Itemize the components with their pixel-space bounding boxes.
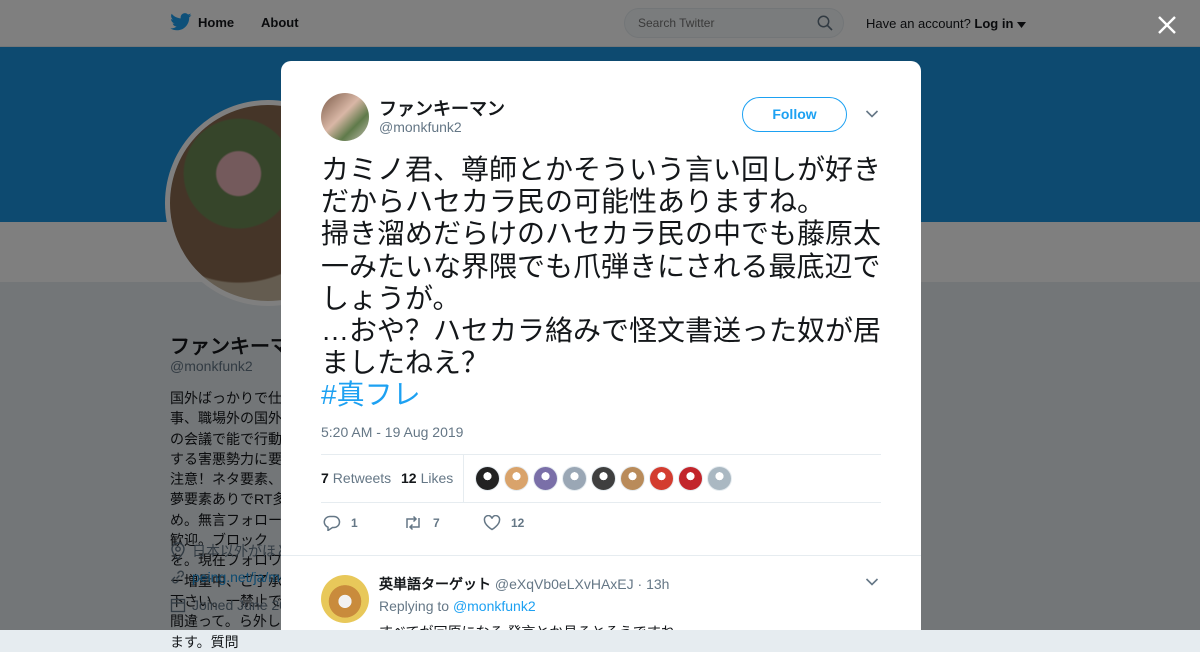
tweet-stats: 7 Retweets 12 Likes (321, 454, 881, 503)
tweet-author-avatar[interactable] (321, 93, 369, 141)
reply-dot: · (637, 576, 643, 592)
liker-avatar[interactable] (678, 466, 703, 491)
liker-avatar[interactable] (707, 466, 732, 491)
retweets-stat[interactable]: 7 Retweets (321, 470, 391, 486)
tweet-timestamp[interactable]: 5:20 AM - 19 Aug 2019 (321, 424, 463, 440)
replying-to-label: Replying to (379, 598, 450, 614)
likes-stat[interactable]: 12 Likes (401, 470, 453, 486)
like-action[interactable]: 12 (483, 515, 524, 531)
reply-count: 1 (351, 516, 358, 530)
reply-header: 英単語ターゲット @eXqVb0eLXvHAxEJ · 13h (379, 574, 669, 594)
retweets-count: 7 (321, 470, 329, 486)
liker-avatar[interactable] (649, 466, 674, 491)
close-icon[interactable] (1156, 14, 1178, 36)
tweet-actions: 1 7 12 (321, 513, 881, 533)
tweet-modal: ファンキーマン @monkfunk2 Follow カミノ君、尊師とかそういう言… (281, 61, 921, 630)
reply-text: すべてが冗原になる 発言とか見るとそうですね (379, 622, 675, 630)
likes-label: Likes (420, 470, 454, 486)
reply-author-avatar[interactable] (321, 575, 369, 623)
like-count: 12 (511, 516, 525, 530)
hashtag-link[interactable]: #真フレ (321, 379, 421, 410)
reply-separator (281, 555, 921, 556)
retweet-count: 7 (433, 516, 440, 530)
liker-avatar[interactable] (533, 466, 558, 491)
liker-avatars (475, 466, 736, 491)
replying-to: Replying to @monkfunk2 (379, 598, 536, 614)
chevron-down-icon[interactable] (865, 109, 879, 119)
liker-avatar[interactable] (620, 466, 645, 491)
likes-count: 12 (401, 470, 417, 486)
reply-action[interactable]: 1 (323, 515, 358, 531)
retweet-icon (406, 515, 420, 531)
liker-avatar[interactable] (562, 466, 587, 491)
follow-button[interactable]: Follow (742, 97, 847, 132)
liker-avatar[interactable] (504, 466, 529, 491)
chevron-down-icon[interactable] (865, 577, 879, 587)
tweet-author-name[interactable]: ファンキーマン (379, 95, 505, 121)
liker-avatar[interactable] (591, 466, 616, 491)
heart-icon (483, 515, 501, 531)
reply-time[interactable]: 13h (646, 576, 669, 592)
stats-divider (463, 455, 464, 502)
reply-icon (323, 515, 341, 531)
reply-author-name[interactable]: 英単語ターゲット (379, 576, 491, 592)
replying-to-handle[interactable]: @monkfunk2 (453, 598, 536, 614)
retweet-action[interactable]: 7 (403, 515, 440, 531)
reply-author-handle[interactable]: @eXqVb0eLXvHAxEJ (495, 576, 634, 592)
liker-avatar[interactable] (475, 466, 500, 491)
tweet-text: カミノ君、尊師とかそういう言い回しが好きだからハセカラ民の可能性ありますね。 掃… (321, 154, 891, 412)
tweet-author-handle[interactable]: @monkfunk2 (379, 119, 462, 135)
retweets-label: Retweets (332, 470, 392, 486)
tweet-body: カミノ君、尊師とかそういう言い回しが好きだからハセカラ民の可能性ありますね。 掃… (321, 154, 882, 379)
